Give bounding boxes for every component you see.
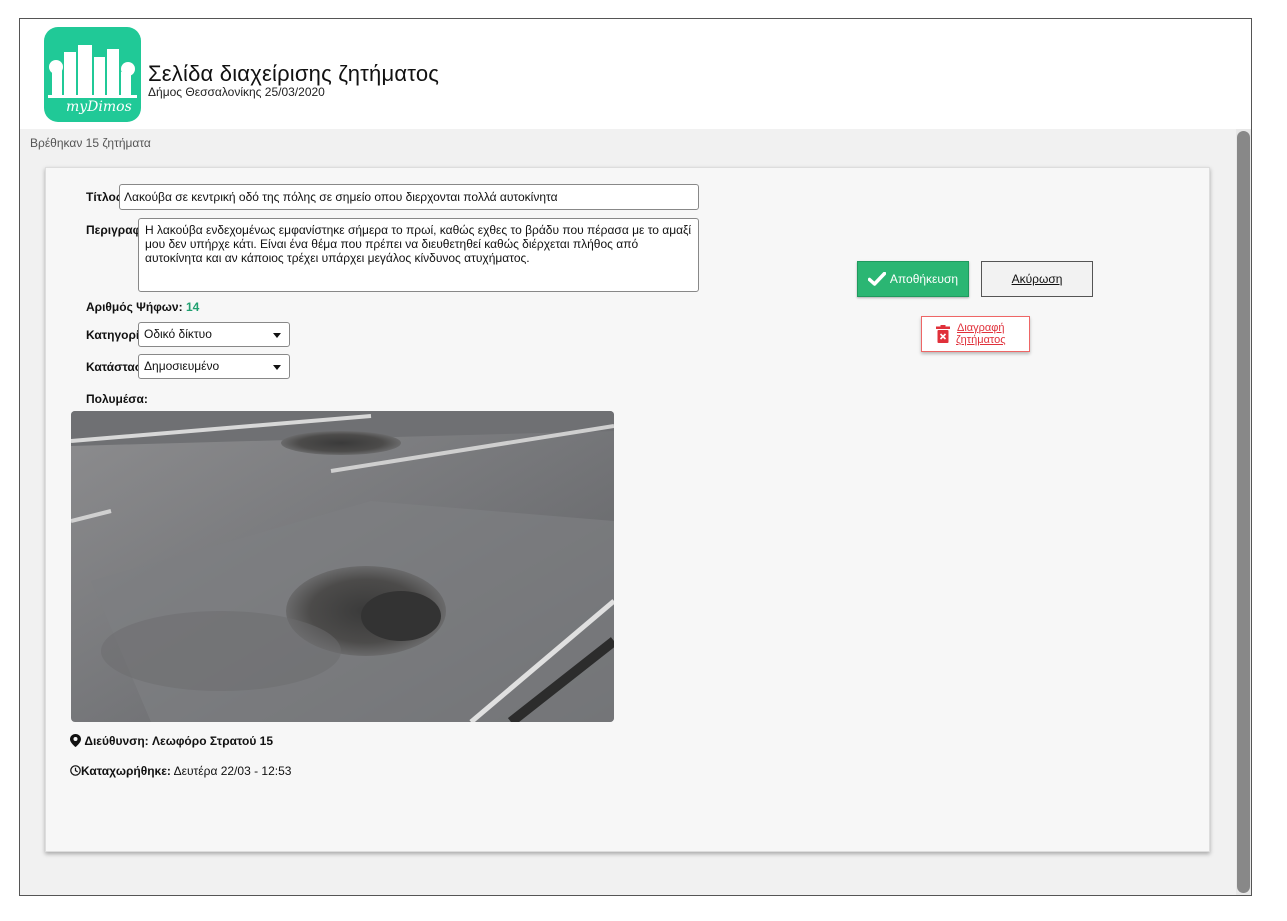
registered-label: Καταχωρήθηκε: bbox=[81, 764, 171, 778]
results-count: Βρέθηκαν 15 ζητήματα bbox=[30, 136, 151, 150]
delete-label: Διαγραφή ζητήματος bbox=[956, 322, 1006, 346]
delete-label-line2: ζητήματος bbox=[956, 334, 1006, 346]
header: myDimos Σελίδα διαχείρισης ζητήματος Δήμ… bbox=[20, 19, 1251, 129]
page-subtitle: Δήμος Θεσσαλονίκης 25/03/2020 bbox=[148, 85, 325, 99]
delete-issue-button[interactable]: Διαγραφή ζητήματος bbox=[921, 316, 1030, 352]
votes-label: Αριθμός Ψήφων: bbox=[86, 300, 183, 314]
chevron-down-icon bbox=[273, 333, 281, 338]
description-textarea[interactable]: Η λακούβα ενδεχομένως εμφανίστηκε σήμερα… bbox=[138, 218, 699, 292]
address-label: Διεύθυνση: bbox=[84, 734, 149, 748]
status-value: Δημοσιευμένο bbox=[144, 359, 220, 373]
checkmark-icon bbox=[867, 272, 886, 286]
votes-value: 14 bbox=[185, 300, 200, 314]
chevron-down-icon bbox=[273, 365, 281, 370]
clock-icon bbox=[70, 765, 81, 776]
address-value: Λεωφόρο Στρατού 15 bbox=[152, 734, 274, 748]
address-row: Διεύθυνση: Λεωφόρο Στρατού 15 bbox=[70, 734, 273, 748]
title-input[interactable]: Λακούβα σε κεντρική οδό της πόλης σε σημ… bbox=[119, 184, 699, 210]
vertical-scrollbar[interactable] bbox=[1236, 129, 1251, 895]
delete-label-line1: Διαγραφή bbox=[957, 322, 1005, 334]
app-window: myDimos Σελίδα διαχείρισης ζητήματος Δήμ… bbox=[19, 18, 1252, 896]
registered-value: Δευτέρα 22/03 - 12:53 bbox=[173, 764, 292, 778]
photo-image bbox=[71, 411, 614, 722]
pothole-photo[interactable] bbox=[71, 411, 614, 722]
cancel-label: Ακύρωση bbox=[1011, 272, 1063, 286]
status-select[interactable]: Δημοσιευμένο bbox=[138, 354, 290, 379]
issue-card: Τίτλος: Λακούβα σε κεντρική οδό της πόλη… bbox=[45, 167, 1210, 852]
trash-icon bbox=[936, 325, 950, 343]
app-logo[interactable]: myDimos bbox=[44, 27, 141, 122]
logo-text: myDimos bbox=[66, 99, 132, 115]
registered-row: Καταχωρήθηκε: Δευτέρα 22/03 - 12:53 bbox=[70, 764, 291, 778]
save-button[interactable]: Αποθήκευση bbox=[857, 261, 969, 297]
cancel-button[interactable]: Ακύρωση bbox=[981, 261, 1093, 297]
map-pin-icon bbox=[70, 734, 81, 747]
page-title: Σελίδα διαχείρισης ζητήματος bbox=[148, 61, 440, 86]
content-area: Βρέθηκαν 15 ζητήματα Τίτλος: Λακούβα σε … bbox=[20, 129, 1251, 895]
scrollbar-thumb[interactable] bbox=[1237, 131, 1250, 893]
category-value: Οδικό δίκτυο bbox=[144, 327, 212, 341]
media-label: Πολυμέσα: bbox=[86, 392, 148, 406]
category-select[interactable]: Οδικό δίκτυο bbox=[138, 322, 290, 347]
save-label: Αποθήκευση bbox=[889, 272, 959, 286]
votes-row: Αριθμός Ψήφων: 14 bbox=[86, 300, 199, 314]
